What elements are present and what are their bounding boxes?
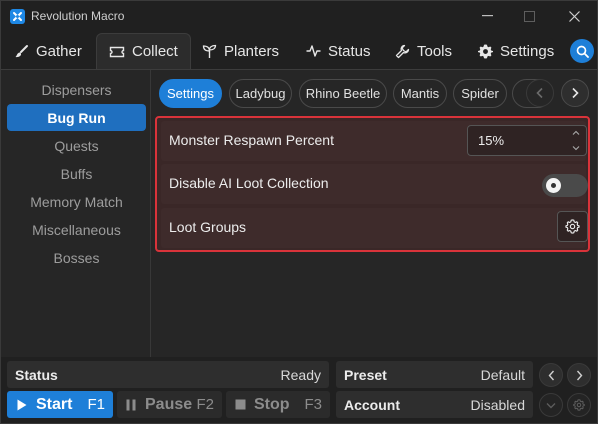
- disable-loot-label: Disable AI Loot Collection: [169, 175, 329, 191]
- sidebar: Dispensers Bug Run Quests Buffs Memory M…: [1, 70, 151, 357]
- sidebar-item-dispensers[interactable]: Dispensers: [7, 76, 146, 103]
- pause-label: Pause: [145, 395, 193, 413]
- chevron-left-icon: [548, 370, 555, 381]
- sidebar-item-bosses[interactable]: Bosses: [7, 244, 146, 271]
- subtab-next-button[interactable]: [561, 79, 589, 107]
- tab-label: Status: [328, 42, 371, 60]
- content-panel: Dispensers Bug Run Quests Buffs Memory M…: [1, 69, 597, 357]
- tab-gather[interactable]: Gather: [13, 33, 82, 69]
- account-value: Disabled: [470, 396, 525, 413]
- maximize-button[interactable]: [518, 5, 540, 27]
- status-value: Ready: [280, 366, 321, 383]
- main-nav: Gather Collect Planters Status Tools Set…: [1, 31, 597, 69]
- sprout-icon: [201, 43, 217, 59]
- preset-label: Preset: [344, 366, 387, 383]
- search-button[interactable]: [570, 39, 594, 63]
- bug-run-settings-group: Monster Respawn Percent 15% Disable AI L…: [155, 116, 590, 252]
- start-button[interactable]: Start F1: [7, 391, 113, 418]
- status-area: Status Ready Preset Default Start F1 Pau…: [1, 358, 597, 423]
- tab-label: Gather: [36, 42, 82, 60]
- title-bar: Revolution Macro: [1, 1, 597, 31]
- window-title: Revolution Macro: [31, 9, 125, 23]
- sidebar-item-miscellaneous[interactable]: Miscellaneous: [7, 216, 146, 243]
- wrench-icon: [394, 43, 410, 59]
- app-window: Revolution Macro Gather Collect Planters…: [0, 0, 598, 424]
- status-label: Status: [15, 366, 58, 383]
- minimize-button[interactable]: [476, 5, 498, 27]
- disable-loot-row: Disable AI Loot Collection: [161, 164, 588, 204]
- sidebar-item-buffs[interactable]: Buffs: [7, 160, 146, 187]
- tab-label: Collect: [132, 43, 178, 60]
- respawn-percent-value: 15%: [478, 133, 505, 148]
- status-bar: Status Ready: [7, 361, 329, 388]
- chevron-right-icon: [576, 370, 583, 381]
- account-label: Account: [344, 396, 400, 413]
- subtab-prev-button[interactable]: [526, 79, 554, 107]
- play-icon: [17, 399, 27, 411]
- ticket-icon: [109, 44, 125, 60]
- sidebar-item-memory-match[interactable]: Memory Match: [7, 188, 146, 215]
- chevron-down-icon: [546, 402, 556, 409]
- preset-value: Default: [480, 366, 525, 383]
- brush-icon: [13, 43, 29, 59]
- account-bar[interactable]: Account Disabled: [336, 391, 533, 418]
- start-label: Start: [36, 395, 73, 413]
- tab-settings[interactable]: Settings: [477, 33, 554, 69]
- sidebar-item-bug-run[interactable]: Bug Run: [7, 104, 146, 131]
- loot-groups-label: Loot Groups: [169, 219, 247, 235]
- pulse-icon: [305, 43, 321, 59]
- respawn-percent-input[interactable]: 15%: [467, 125, 587, 156]
- tab-label: Settings: [500, 42, 555, 60]
- subtab-spider[interactable]: Spider: [453, 79, 507, 108]
- chevron-down-icon[interactable]: [572, 144, 580, 153]
- pause-hotkey: F2: [196, 396, 214, 413]
- account-settings-button[interactable]: [567, 393, 591, 417]
- preset-bar[interactable]: Preset Default: [336, 361, 533, 388]
- stop-button[interactable]: Stop F3: [226, 391, 330, 418]
- gear-icon: [565, 219, 580, 234]
- stop-label: Stop: [254, 395, 290, 413]
- preset-next-button[interactable]: [567, 363, 591, 387]
- chevron-up-icon[interactable]: [572, 128, 580, 137]
- sidebar-item-quests[interactable]: Quests: [7, 132, 146, 159]
- toggle-knob: [546, 178, 561, 193]
- search-icon: [576, 45, 589, 58]
- tab-collect[interactable]: Collect: [96, 33, 191, 69]
- tab-label: Planters: [224, 42, 280, 60]
- loot-groups-row: Loot Groups: [161, 208, 588, 248]
- start-hotkey: F1: [87, 396, 105, 413]
- stop-hotkey: F3: [304, 396, 322, 413]
- gear-icon: [573, 399, 585, 411]
- stop-icon: [235, 399, 246, 410]
- app-logo-icon: [10, 9, 25, 24]
- tab-status[interactable]: Status: [305, 33, 371, 69]
- respawn-percent-label: Monster Respawn Percent: [169, 132, 334, 148]
- subtab-strip: Settings Ladybug Rhino Beetle Mantis Spi…: [159, 79, 591, 109]
- subtab-mantis[interactable]: Mantis: [393, 79, 447, 108]
- bug-run-panel: Settings Ladybug Rhino Beetle Mantis Spi…: [152, 70, 597, 357]
- tab-tools[interactable]: Tools: [394, 33, 452, 69]
- chevron-left-icon: [536, 87, 544, 99]
- subtab-settings[interactable]: Settings: [159, 79, 222, 108]
- subtab-ladybug[interactable]: Ladybug: [229, 79, 292, 108]
- tab-planters[interactable]: Planters: [201, 33, 279, 69]
- loot-groups-settings-button[interactable]: [557, 211, 588, 242]
- pause-button[interactable]: Pause F2: [117, 391, 222, 418]
- preset-prev-button[interactable]: [539, 363, 563, 387]
- respawn-percent-stepper[interactable]: [569, 128, 583, 153]
- tab-label: Tools: [417, 42, 453, 60]
- disable-loot-toggle[interactable]: [542, 174, 588, 197]
- account-dropdown-button[interactable]: [539, 393, 563, 417]
- respawn-percent-row: Monster Respawn Percent 15%: [161, 121, 587, 161]
- gear-icon: [477, 43, 493, 59]
- close-button[interactable]: [563, 5, 585, 27]
- pause-icon: [126, 399, 136, 411]
- subtab-rhino-beetle[interactable]: Rhino Beetle: [299, 79, 387, 108]
- chevron-right-icon: [571, 87, 579, 99]
